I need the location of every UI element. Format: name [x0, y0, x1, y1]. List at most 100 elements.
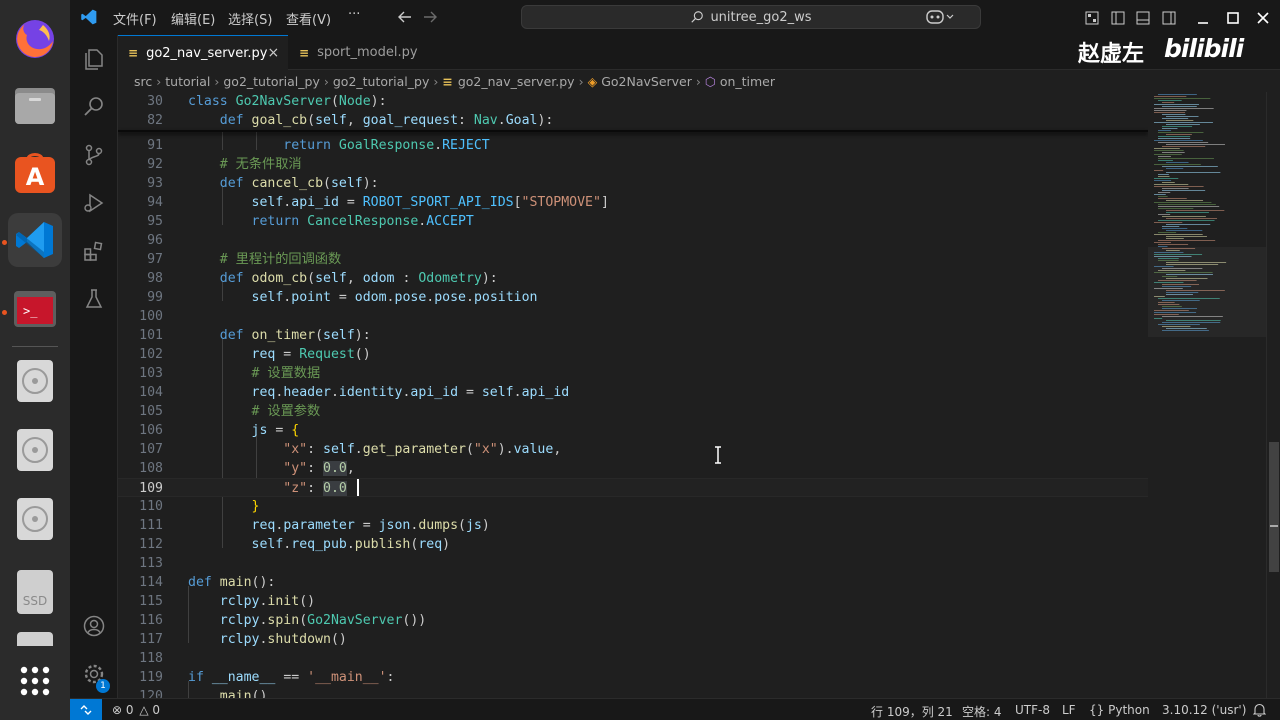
show-apps-icon[interactable]	[8, 654, 62, 708]
minimap-line	[1154, 178, 1179, 179]
firefox-icon[interactable]	[8, 12, 62, 66]
code-line[interactable]: 111 req.parameter = json.dumps(js)	[118, 516, 1148, 535]
vertical-scrollbar[interactable]	[1266, 92, 1280, 698]
layout-customize-icon[interactable]	[1085, 10, 1099, 29]
activity-bar: 1	[70, 35, 118, 698]
extensions-icon[interactable]	[70, 227, 118, 275]
copilot-icon[interactable]	[926, 8, 956, 30]
breadcrumb-item[interactable]: src	[134, 74, 152, 89]
code-line[interactable]: 92 # 无条件取消	[118, 155, 1148, 174]
code-line[interactable]: 94 self.api_id = ROBOT_SPORT_API_IDS["ST…	[118, 193, 1148, 212]
code-line[interactable]: 98 def odom_cb(self, odom : Odometry):	[118, 269, 1148, 288]
minimap[interactable]	[1148, 92, 1266, 698]
code-line[interactable]: 95 return CancelResponse.ACCEPT	[118, 212, 1148, 231]
code-line[interactable]: 116 rclpy.spin(Go2NavServer())	[118, 611, 1148, 630]
code-line[interactable]: 100	[118, 307, 1148, 326]
code-line[interactable]: 82 def goal_cb(self, goal_request: Nav.G…	[118, 111, 1148, 130]
manage-gear-icon[interactable]: 1	[70, 650, 118, 698]
indentation[interactable]: 空格: 4	[962, 703, 1002, 720]
cursor-position[interactable]: 行 109，列 21	[871, 703, 953, 720]
code-line[interactable]: 106 js = {	[118, 421, 1148, 440]
code-text: # 无条件取消	[219, 157, 302, 172]
code-line[interactable]: 118	[118, 649, 1148, 668]
menu-selection[interactable]: 选择(S)	[228, 9, 272, 28]
code-line[interactable]: 112 self.req_pub.publish(req)	[118, 535, 1148, 554]
breadcrumb-item[interactable]: tutorial	[165, 74, 210, 89]
code-line[interactable]: 110 }	[118, 497, 1148, 516]
restore-icon[interactable]	[1226, 10, 1240, 29]
code-line[interactable]: 96	[118, 231, 1148, 250]
code-line[interactable]: 115 rclpy.init()	[118, 592, 1148, 611]
breadcrumb-item[interactable]: go2_nav_server.py	[458, 74, 575, 89]
minimize-icon[interactable]	[1196, 10, 1210, 29]
minimap-line	[1154, 202, 1212, 203]
minimap-line	[1158, 240, 1216, 241]
forward-arrow-icon[interactable]	[422, 9, 438, 29]
code-text: # 设置参数	[251, 404, 321, 419]
code-line[interactable]: 107 "x": self.get_parameter("x").value,	[118, 440, 1148, 459]
code-line[interactable]: 120 main()	[118, 687, 1148, 698]
terminal-icon[interactable]: >_	[8, 282, 62, 336]
code-line[interactable]: 101 def on_timer(self):	[118, 326, 1148, 345]
files-icon[interactable]	[8, 78, 62, 132]
minimap-line	[1166, 162, 1189, 163]
breadcrumb-item[interactable]: on_timer	[720, 74, 775, 89]
tab-sport-model[interactable]: ≡ sport_model.py	[289, 35, 439, 70]
python-interpreter[interactable]: 3.10.12 ('usr')	[1162, 703, 1246, 717]
menu-file[interactable]: 文件(F)	[113, 9, 157, 28]
code-line[interactable]: 99 self.point = odom.pose.pose.position	[118, 288, 1148, 307]
remote-indicator[interactable]	[70, 699, 102, 720]
code-line[interactable]: 117 rclpy.shutdown()	[118, 630, 1148, 649]
code-line[interactable]: 102 req = Request()	[118, 345, 1148, 364]
disc-icon[interactable]	[8, 492, 62, 546]
code-line[interactable]: 109 "z": 0.0	[118, 478, 1148, 497]
menu-view[interactable]: 查看(V)	[286, 9, 331, 28]
search-icon[interactable]	[70, 83, 118, 131]
toggle-sidebar-icon[interactable]	[1111, 10, 1125, 29]
breadcrumb-item[interactable]: Go2NavServer	[601, 74, 692, 89]
code-line[interactable]: 108 "y": 0.0,	[118, 459, 1148, 478]
encoding[interactable]: UTF-8	[1015, 703, 1050, 717]
minimap-line	[1158, 220, 1215, 221]
code-line[interactable]: 91 return GoalResponse.REJECT	[118, 136, 1148, 155]
problems-indicator[interactable]: ⊗ 0 △ 0	[112, 703, 160, 717]
toggle-secondary-sidebar-icon[interactable]	[1162, 10, 1176, 29]
app-center-icon[interactable]: A	[8, 146, 62, 200]
run-debug-icon[interactable]	[70, 179, 118, 227]
code-editor[interactable]: 30 class Go2NavServer(Node): 82 def goal_c…	[118, 92, 1148, 698]
line-number: 116	[139, 613, 163, 628]
scrollbar-thumb[interactable]	[1269, 442, 1279, 572]
toggle-panel-icon[interactable]	[1136, 10, 1150, 29]
line-ending[interactable]: LF	[1062, 703, 1076, 717]
menu-more[interactable]: ···	[348, 7, 360, 22]
testing-icon[interactable]	[70, 275, 118, 323]
code-line[interactable]: 103 # 设置数据	[118, 364, 1148, 383]
menu-edit[interactable]: 编辑(E)	[171, 9, 215, 28]
close-tab-icon[interactable]: ×	[267, 45, 279, 61]
code-line[interactable]: 113	[118, 554, 1148, 573]
code-line[interactable]: 114 def main():	[118, 573, 1148, 592]
close-icon[interactable]	[1256, 10, 1270, 29]
disc-icon[interactable]	[8, 423, 62, 477]
breadcrumb-item[interactable]: go2_tutorial_py	[223, 74, 319, 89]
command-center-search[interactable]: unitree_go2_ws	[521, 5, 981, 29]
language-mode[interactable]: {} Python	[1089, 703, 1150, 717]
vscode-icon[interactable]	[8, 213, 62, 267]
code-line[interactable]: 93 def cancel_cb(self):	[118, 174, 1148, 193]
tab-go2-nav-server[interactable]: ≡ go2_nav_server.py ×	[118, 35, 288, 70]
minimap-line	[1154, 184, 1189, 185]
breadcrumb-item[interactable]: go2_tutorial_py	[333, 74, 429, 89]
code-line[interactable]: 104 req.header.identity.api_id = self.ap…	[118, 383, 1148, 402]
explorer-icon[interactable]	[70, 35, 118, 83]
code-line[interactable]: 119 if __name__ == '__main__':	[118, 668, 1148, 687]
back-arrow-icon[interactable]	[397, 9, 413, 29]
code-line[interactable]: 97 # 里程计的回调函数	[118, 250, 1148, 269]
notifications-bell-icon[interactable]	[1252, 703, 1267, 720]
code-line[interactable]: 105 # 设置参数	[118, 402, 1148, 421]
minimap-viewport[interactable]	[1148, 247, 1266, 337]
account-icon[interactable]	[70, 602, 118, 650]
source-control-icon[interactable]	[70, 131, 118, 179]
ssd-icon[interactable]: SSD	[8, 565, 62, 619]
code-line[interactable]: 30 class Go2NavServer(Node):	[118, 92, 1148, 111]
disc-icon[interactable]	[8, 354, 62, 408]
